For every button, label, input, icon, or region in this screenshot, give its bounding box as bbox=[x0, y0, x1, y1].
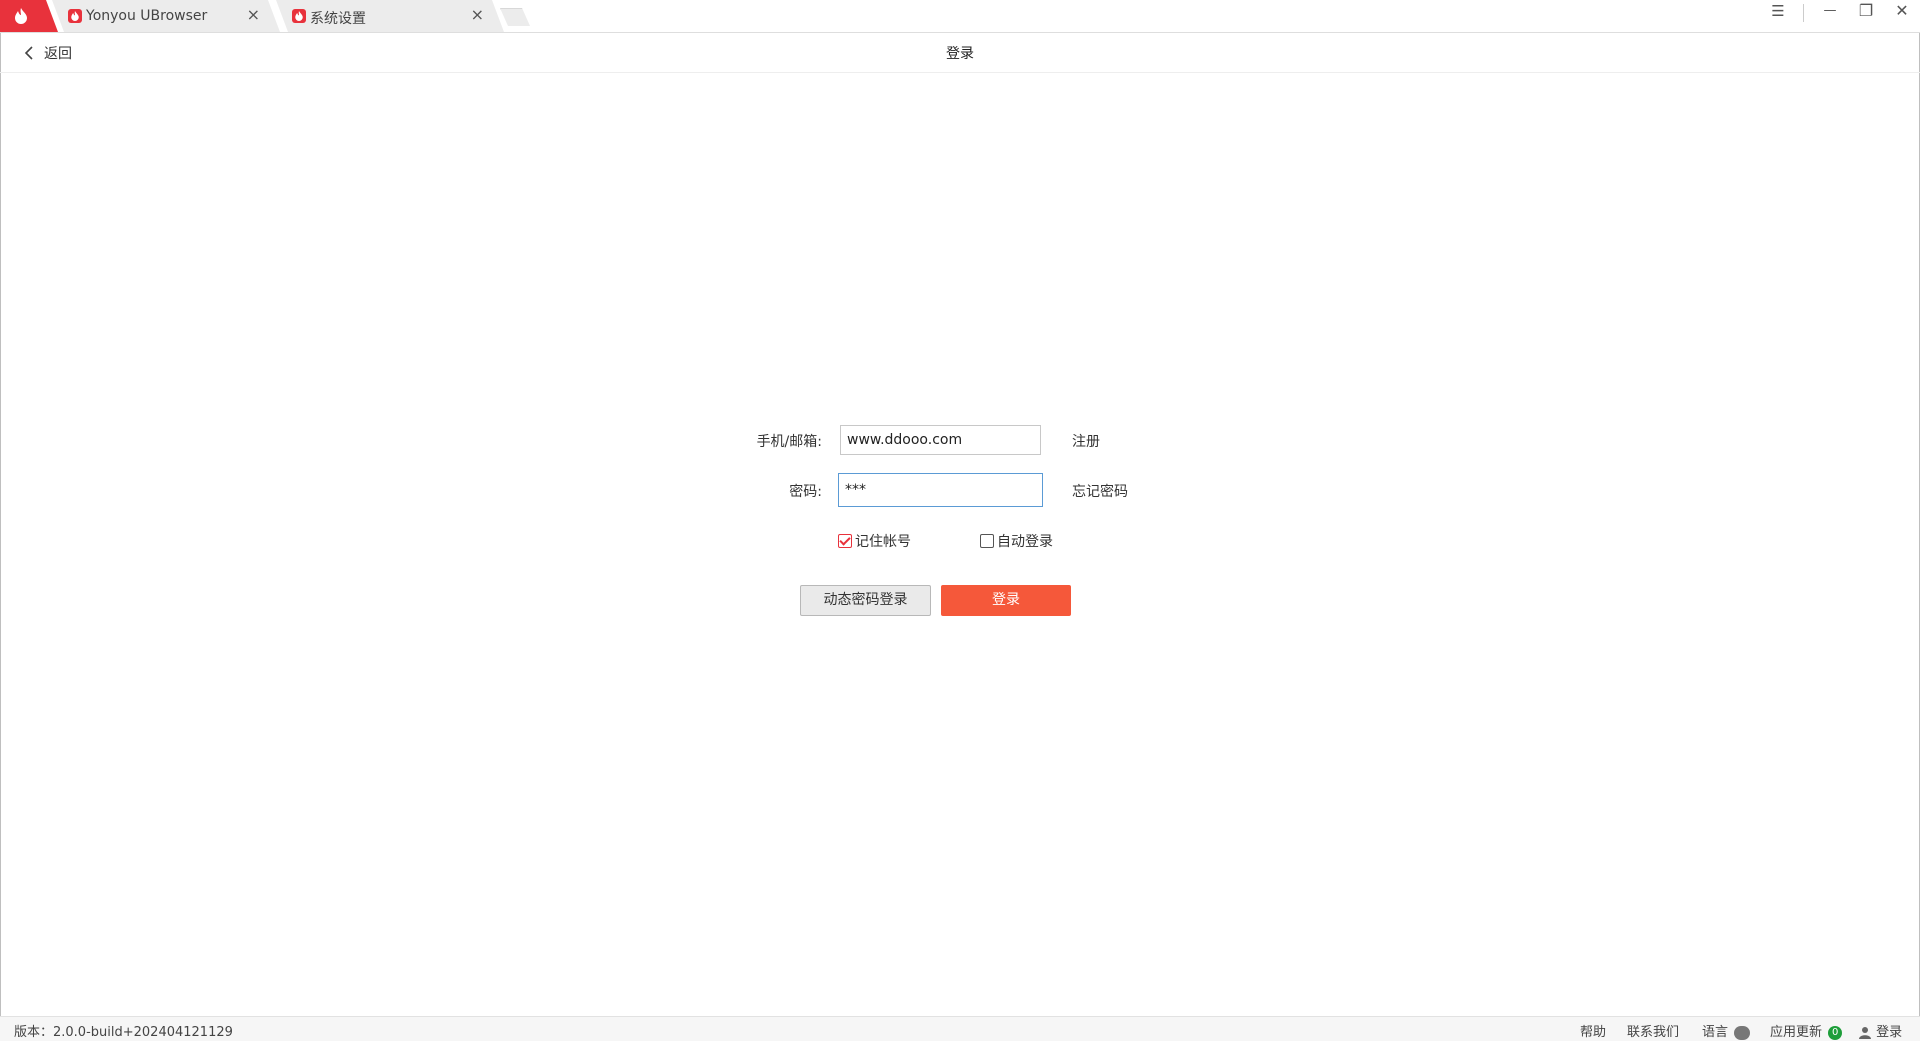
password-label: 密码: bbox=[789, 484, 822, 500]
login-link[interactable]: 登录 bbox=[1859, 1021, 1902, 1040]
contact-us-link[interactable]: 联系我们 bbox=[1627, 1021, 1679, 1040]
tab-close-icon[interactable]: × bbox=[471, 6, 484, 24]
page-title: 登录 bbox=[946, 46, 974, 62]
app-update-link[interactable]: 应用更新 0 bbox=[1770, 1021, 1843, 1040]
ubrowser-favicon-icon bbox=[292, 9, 306, 23]
dynamic-password-login-button[interactable]: 动态密码登录 bbox=[800, 585, 931, 616]
tab-system-settings[interactable]: 系统设置 × bbox=[276, 0, 504, 32]
divider bbox=[1803, 4, 1804, 22]
account-input[interactable] bbox=[840, 425, 1041, 455]
register-link[interactable]: 注册 bbox=[1072, 431, 1100, 451]
menu-icon[interactable]: ☰ bbox=[1762, 2, 1794, 26]
user-icon bbox=[1859, 1027, 1871, 1039]
new-tab-button[interactable] bbox=[500, 8, 530, 26]
window-frame bbox=[0, 0, 1920, 1040]
page-header: 返回 登录 bbox=[0, 33, 1920, 73]
checkbox-icon bbox=[980, 534, 994, 548]
auto-login-checkbox[interactable]: 自动登录 bbox=[980, 531, 1053, 551]
password-input[interactable] bbox=[838, 473, 1043, 507]
language-label: 语言 bbox=[1702, 1025, 1729, 1040]
login-label: 登录 bbox=[1876, 1025, 1903, 1040]
ubrowser-favicon-icon bbox=[68, 9, 82, 23]
app-update-label: 应用更新 bbox=[1770, 1025, 1823, 1040]
tab-label: Yonyou UBrowser bbox=[86, 8, 208, 24]
close-icon[interactable]: ✕ bbox=[1886, 1, 1918, 25]
auto-login-label: 自动登录 bbox=[997, 534, 1053, 550]
remember-account-label: 记住帐号 bbox=[855, 534, 911, 550]
help-link[interactable]: 帮助 bbox=[1580, 1021, 1606, 1040]
login-button[interactable]: 登录 bbox=[941, 585, 1071, 616]
tab-label: 系统设置 bbox=[310, 11, 366, 27]
update-count-badge: 0 bbox=[1828, 1025, 1843, 1040]
restore-icon[interactable]: ❐ bbox=[1850, 1, 1882, 25]
language-menu[interactable]: 语言 bbox=[1702, 1021, 1751, 1040]
version-text: 版本：2.0.0-build+202404121129 bbox=[14, 1025, 233, 1040]
ubrowser-logo-icon[interactable] bbox=[0, 0, 58, 32]
account-label: 手机/邮箱: bbox=[756, 434, 822, 450]
checkbox-checked-icon bbox=[838, 534, 852, 548]
globe-icon bbox=[1734, 1025, 1751, 1040]
tab-bar: Yonyou UBrowser × 系统设置 × ☰ — ❐ ✕ bbox=[0, 0, 1920, 33]
tab-close-icon[interactable]: × bbox=[247, 6, 260, 24]
forgot-password-link[interactable]: 忘记密码 bbox=[1072, 481, 1128, 501]
tab-yonyou-ubrowser[interactable]: Yonyou UBrowser × bbox=[52, 0, 280, 32]
minimize-icon[interactable]: — bbox=[1814, 3, 1846, 27]
remember-account-checkbox[interactable]: 记住帐号 bbox=[838, 531, 911, 551]
status-bar: 版本：2.0.0-build+202404121129 帮助 联系我们 语言 应… bbox=[0, 1016, 1920, 1041]
